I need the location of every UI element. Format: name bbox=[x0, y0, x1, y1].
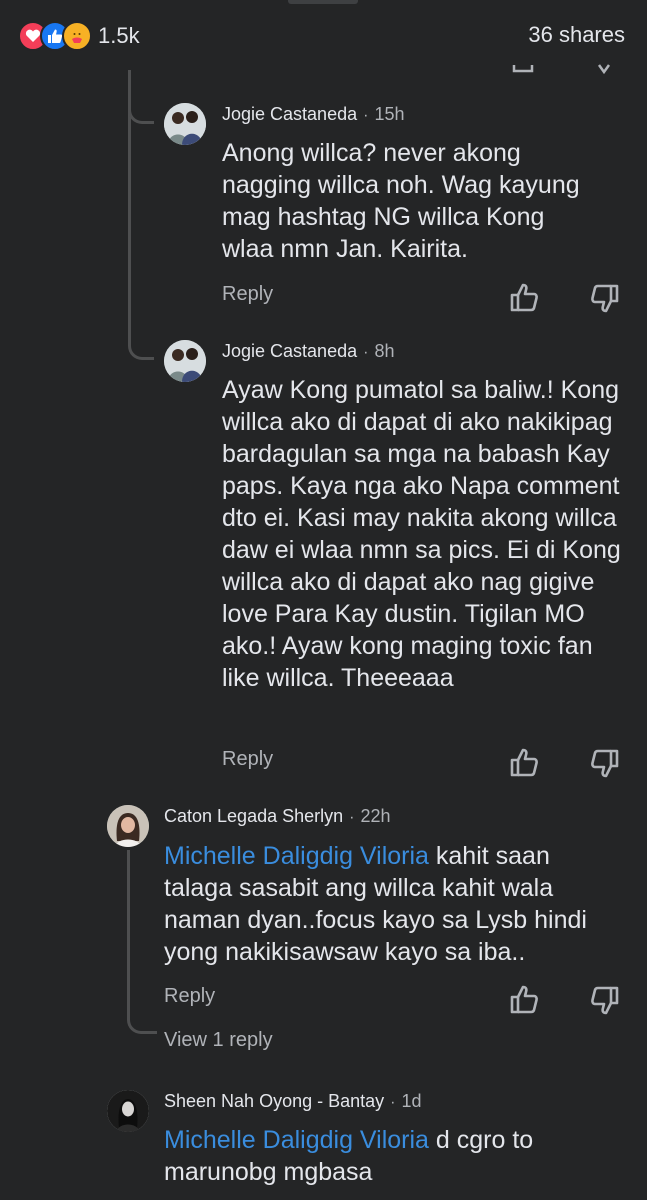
like-icon[interactable] bbox=[508, 281, 542, 315]
dislike-icon[interactable] bbox=[587, 983, 621, 1017]
previous-dislike-icon[interactable] bbox=[596, 62, 612, 74]
author-name[interactable]: Caton Legada Sherlyn bbox=[164, 806, 343, 826]
separator-dot: · bbox=[390, 1094, 396, 1111]
like-icon[interactable] bbox=[508, 983, 542, 1017]
sheet-handle[interactable] bbox=[288, 0, 358, 4]
reply-button[interactable]: Reply bbox=[222, 748, 273, 771]
like-icon[interactable] bbox=[508, 746, 542, 780]
comment-header: Caton Legada Sherlyn · 22h bbox=[164, 806, 391, 827]
comment-header: Jogie Castaneda · 15h bbox=[222, 104, 404, 125]
avatar[interactable] bbox=[107, 1090, 149, 1132]
care-icon bbox=[62, 21, 92, 51]
comment-text: Michelle Daligdig Viloria kahit saan tal… bbox=[164, 840, 614, 968]
comment-time[interactable]: 22h bbox=[360, 806, 390, 826]
mention-link[interactable]: Michelle Daligdig Viloria bbox=[164, 842, 429, 870]
dislike-icon[interactable] bbox=[587, 281, 621, 315]
separator-dot: · bbox=[363, 107, 369, 124]
separator-dot: · bbox=[363, 344, 369, 361]
comment-header: Jogie Castaneda · 8h bbox=[222, 341, 394, 362]
author-name[interactable]: Sheen Nah Oyong - Bantay bbox=[164, 1091, 384, 1111]
comment-text: Michelle Daligdig Viloria d cgro to maru… bbox=[164, 1124, 614, 1188]
comment-time[interactable]: 1d bbox=[401, 1091, 421, 1111]
thread-line bbox=[127, 850, 130, 1016]
comment-time[interactable]: 8h bbox=[374, 341, 394, 361]
dislike-icon[interactable] bbox=[587, 746, 621, 780]
comment-text: Ayaw Kong pumatol sa baliw.! Kong willca… bbox=[222, 376, 621, 692]
previous-like-icon[interactable] bbox=[512, 62, 534, 74]
reaction-count[interactable]: 1.5k bbox=[98, 23, 140, 49]
thread-connector bbox=[127, 1012, 157, 1034]
thread-connector bbox=[128, 102, 154, 124]
avatar[interactable] bbox=[107, 805, 149, 847]
avatar[interactable] bbox=[164, 340, 206, 382]
comment-time[interactable]: 15h bbox=[374, 104, 404, 124]
thread-connector bbox=[128, 338, 154, 360]
author-name[interactable]: Jogie Castaneda bbox=[222, 341, 357, 361]
avatar[interactable] bbox=[164, 103, 206, 145]
mention-link[interactable]: Michelle Daligdig Viloria bbox=[164, 1126, 429, 1154]
separator-dot: · bbox=[349, 809, 355, 826]
shares-count[interactable]: 36 shares bbox=[528, 22, 625, 48]
comment-header: Sheen Nah Oyong - Bantay · 1d bbox=[164, 1091, 422, 1112]
reactions-summary[interactable]: 1.5k bbox=[18, 20, 140, 52]
reply-button[interactable]: Reply bbox=[222, 283, 273, 306]
reply-button[interactable]: Reply bbox=[164, 985, 215, 1008]
view-replies-link[interactable]: View 1 reply bbox=[164, 1029, 273, 1052]
author-name[interactable]: Jogie Castaneda bbox=[222, 104, 357, 124]
comment-text: Anong willca? never akong nagging willca… bbox=[222, 139, 580, 263]
